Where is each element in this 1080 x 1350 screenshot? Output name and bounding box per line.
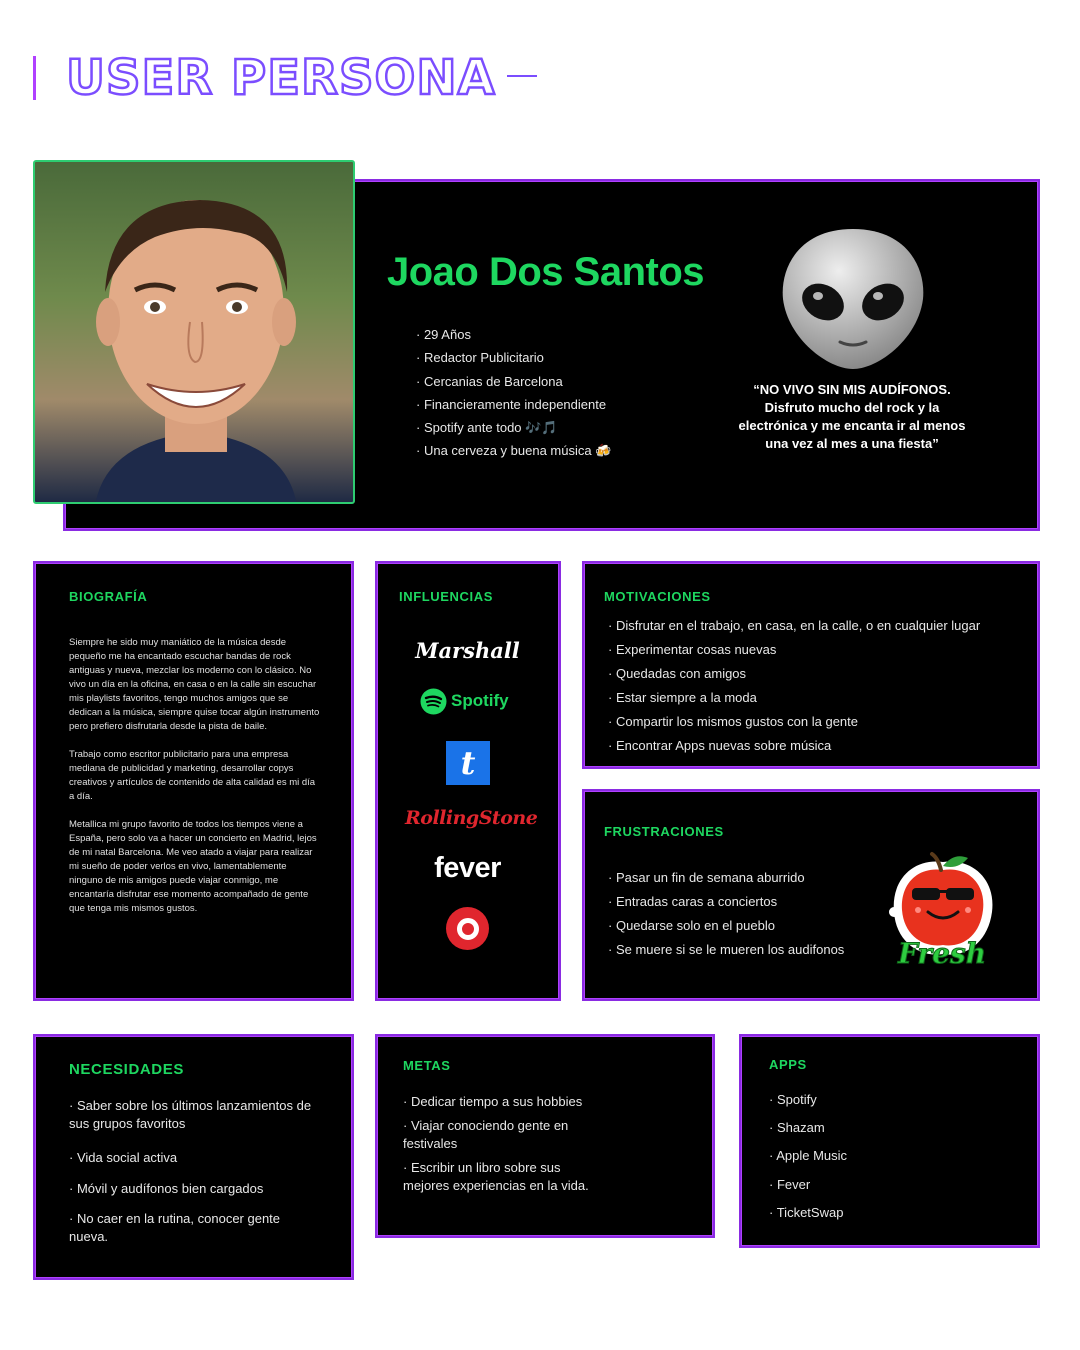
motivations-heading: MOTIVACIONES	[604, 589, 711, 604]
list-item: Pasar un fin de semana aburrido	[608, 866, 844, 890]
fact-spotify: Spotify ante todo 🎶🎵	[416, 416, 611, 439]
list-item: Shazam	[769, 1114, 847, 1142]
title-dash	[507, 75, 537, 77]
list-item: Dedicar tiempo a sus hobbies	[403, 1093, 603, 1111]
spotify-icon	[420, 688, 447, 714]
apps-heading: APPS	[769, 1057, 807, 1072]
fact-location: Cercanias de Barcelona	[416, 370, 611, 393]
list-item: Estar siempre a la moda	[608, 686, 980, 710]
list-item: Viajar conociendo gente en festivales	[403, 1117, 603, 1153]
rollingstone-logo: RollingStone	[405, 807, 538, 829]
persona-name: Joao Dos Santos	[387, 250, 705, 294]
fact-finance: Financieramente independiente	[416, 393, 611, 416]
apps-list: Spotify Shazam Apple Music Fever TicketS…	[769, 1086, 847, 1227]
list-item: Vida social activa	[69, 1149, 319, 1167]
list-item: Quedadas con amigos	[608, 662, 980, 686]
needs-heading: NECESIDADES	[69, 1061, 184, 1078]
list-item: Apple Music	[769, 1142, 847, 1170]
spotify-logo: Spotify	[420, 687, 520, 715]
goals-heading: METAS	[403, 1058, 451, 1073]
motivations-list: Disfrutar en el trabajo, en casa, en la …	[608, 614, 980, 757]
beats-logo: b	[446, 907, 489, 950]
page-title: USER PERSONA	[65, 49, 496, 108]
list-item: Compartir los mismos gustos con la gente	[608, 710, 980, 734]
list-item: Escribir un libro sobre sus mejores expe…	[403, 1159, 603, 1195]
list-item: TicketSwap	[769, 1199, 847, 1227]
list-item: Saber sobre los últimos lanzamientos de …	[69, 1097, 319, 1133]
portrait-illustration	[95, 200, 297, 502]
fact-age: 29 Años	[416, 323, 611, 346]
list-item: Quedarse solo en el pueblo	[608, 914, 844, 938]
fact-beer: Una cerveza y buena música 🍻	[416, 439, 611, 462]
bio-paragraph: Trabajo como escritor publicitario para …	[69, 749, 316, 802]
needs-list: Saber sobre los últimos lanzamientos de …	[69, 1097, 319, 1246]
list-item: Disfrutar en el trabajo, en casa, en la …	[608, 614, 980, 638]
profile-photo	[33, 160, 355, 504]
alien-icon	[782, 229, 924, 369]
list-item: Encontrar Apps nuevas sobre música	[608, 734, 980, 758]
frustrations-list: Pasar un fin de semana aburrido Entradas…	[608, 866, 844, 962]
title-accent-bar	[33, 56, 36, 100]
goals-list: Dedicar tiempo a sus hobbies Viajar cono…	[403, 1093, 603, 1195]
list-item: Spotify	[769, 1086, 847, 1114]
biography-heading: BIOGRAFÍA	[69, 589, 148, 604]
persona-quote: “NO VIVO SIN MIS AUDÍFONOS. Disfruto muc…	[738, 382, 966, 451]
list-item: Entradas caras a conciertos	[608, 890, 844, 914]
spotify-wordmark: Spotify	[451, 691, 509, 710]
fresh-sticker-text: Fresh	[897, 937, 987, 971]
frustrations-heading: FRUSTRACIONES	[604, 824, 724, 839]
list-item: No caer en la rutina, conocer gente nuev…	[69, 1210, 319, 1246]
list-item: Móvil y audífonos bien cargados	[69, 1180, 319, 1198]
persona-facts: 29 Años Redactor Publicitario Cercanias …	[416, 323, 611, 463]
fever-logo: fever	[434, 852, 501, 884]
bio-paragraph: Siempre he sido muy maniático de la músi…	[69, 637, 320, 732]
ticketswap-logo: t	[446, 741, 490, 785]
marshall-logo: Marshall	[415, 638, 520, 663]
influences-heading: INFLUENCIAS	[399, 589, 493, 604]
biography-text: Siempre he sido muy maniático de la músi…	[69, 636, 321, 930]
list-item: Fever	[769, 1171, 847, 1199]
bio-paragraph: Metallica mi grupo favorito de todos los…	[69, 819, 317, 914]
fact-job: Redactor Publicitario	[416, 346, 611, 369]
list-item: Se muere si se le mueren los audifonos	[608, 938, 844, 962]
beats-icon: b	[456, 917, 479, 940]
list-item: Experimentar cosas nuevas	[608, 638, 980, 662]
